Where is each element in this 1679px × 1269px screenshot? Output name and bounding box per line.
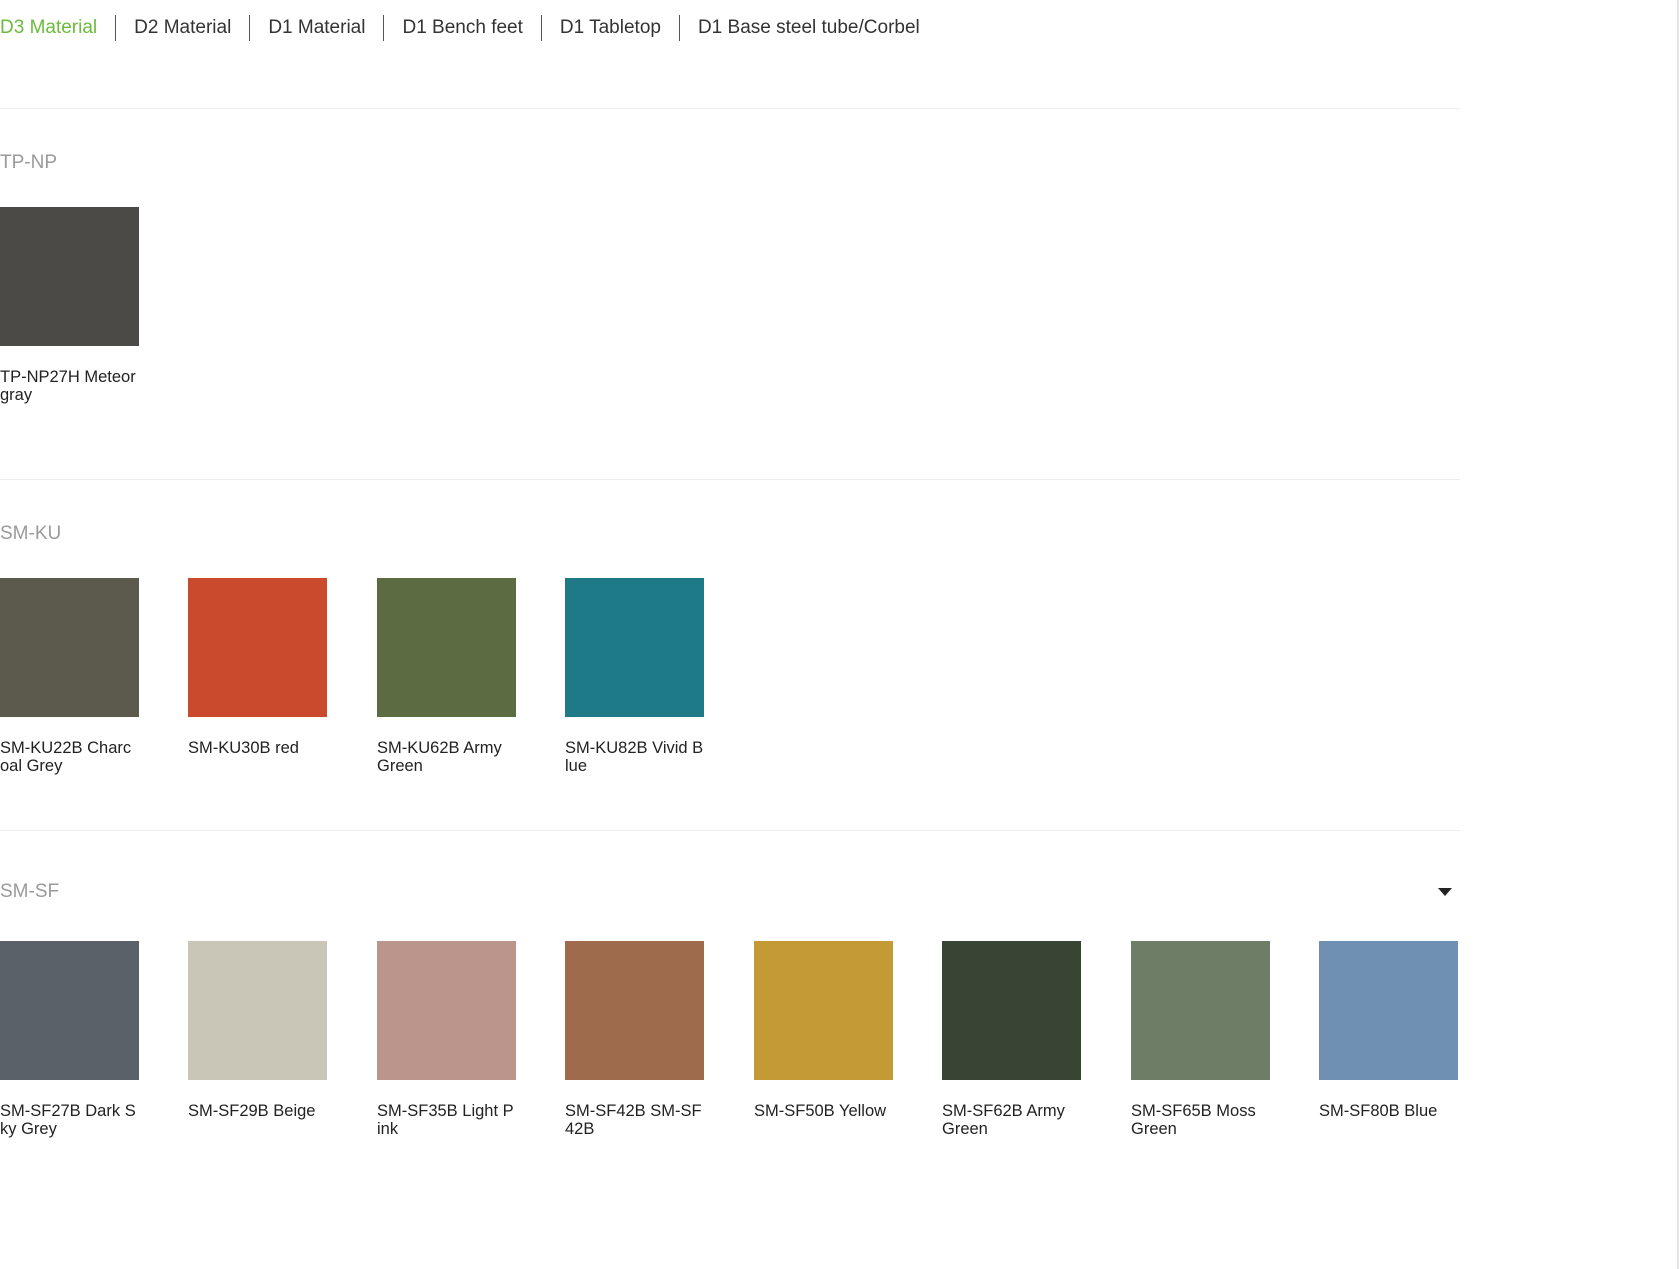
swatch-image — [1131, 941, 1270, 1080]
swatch-label: SM-SF62B Army Green — [942, 1102, 1065, 1138]
chevron-down-icon[interactable] — [1438, 888, 1452, 896]
material-tabs: D3 Material D2 Material D1 Material D1 B… — [0, 14, 920, 42]
swatch-sm-ku82b[interactable]: SM-KU82B Vivid Blue — [565, 578, 704, 775]
swatch-image — [188, 941, 327, 1080]
swatch-image — [0, 578, 139, 717]
tab-d2-material[interactable]: D2 Material — [134, 14, 231, 42]
swatch-image — [754, 941, 893, 1080]
swatch-label: SM-SF27B Dark Sky Grey — [0, 1102, 136, 1138]
swatch-sm-ku30b[interactable]: SM-KU30B red — [188, 578, 327, 757]
tab-separator — [678, 15, 680, 41]
swatch-image — [188, 578, 327, 717]
swatch-label: SM-SF35B Light Pink — [377, 1102, 514, 1138]
swatch-sm-sf50b[interactable]: SM-SF50B Yellow — [754, 941, 893, 1120]
swatch-sm-sf62b[interactable]: SM-SF62B Army Green — [942, 941, 1081, 1138]
swatch-sm-sf42b[interactable]: SM-SF42B SM-SF42B — [565, 941, 704, 1138]
swatch-label: SM-KU82B Vivid Blue — [565, 739, 704, 775]
swatch-tp-np27h[interactable]: TP-NP27H Meteor gray — [0, 207, 139, 404]
tab-separator — [115, 15, 117, 41]
swatch-label: SM-SF50B Yellow — [754, 1102, 887, 1120]
tab-d1-tabletop[interactable]: D1 Tabletop — [560, 14, 661, 42]
swatch-image — [377, 941, 516, 1080]
tab-d3-material[interactable]: D3 Material — [0, 14, 97, 42]
swatch-sm-ku62b[interactable]: SM-KU62B Army Green — [377, 578, 516, 775]
tab-separator — [249, 15, 251, 41]
tab-separator — [540, 15, 542, 41]
swatch-label: SM-SF80B Blue — [1319, 1102, 1438, 1120]
swatch-sm-sf29b[interactable]: SM-SF29B Beige — [188, 941, 327, 1120]
group-title-sm-sf: SM-SF — [0, 881, 60, 902]
section-divider — [0, 830, 1460, 831]
swatch-sm-sf80b[interactable]: SM-SF80B Blue — [1319, 941, 1458, 1120]
tab-d1-base-steel-tube[interactable]: D1 Base steel tube/Corbel — [698, 14, 920, 42]
section-divider — [0, 108, 1460, 109]
group-title-sm-ku: SM-KU — [0, 523, 62, 544]
tab-separator — [383, 15, 385, 41]
tab-d1-material[interactable]: D1 Material — [268, 14, 365, 42]
swatch-image — [565, 941, 704, 1080]
swatch-sm-ku22b[interactable]: SM-KU22B Charcoal Grey — [0, 578, 139, 775]
swatch-label: SM-SF29B Beige — [188, 1102, 316, 1120]
swatch-label: TP-NP27H Meteor gray — [0, 368, 136, 404]
swatch-image — [942, 941, 1081, 1080]
swatch-label: SM-KU62B Army Green — [377, 739, 502, 775]
swatch-image — [1319, 941, 1458, 1080]
swatch-sm-sf27b[interactable]: SM-SF27B Dark Sky Grey — [0, 941, 139, 1138]
swatch-label: SM-SF65B Moss Green — [1131, 1102, 1256, 1138]
swatch-image — [0, 207, 139, 346]
swatch-image — [565, 578, 704, 717]
tab-d1-bench-feet[interactable]: D1 Bench feet — [402, 14, 522, 42]
group-title-tp-np: TP-NP — [0, 152, 57, 173]
swatch-image — [0, 941, 139, 1080]
swatch-label: SM-KU30B red — [188, 739, 299, 757]
swatch-sm-sf65b[interactable]: SM-SF65B Moss Green — [1131, 941, 1270, 1138]
swatch-label: SM-SF42B SM-SF42B — [565, 1102, 702, 1138]
swatch-sm-sf35b[interactable]: SM-SF35B Light Pink — [377, 941, 516, 1138]
swatch-image — [377, 578, 516, 717]
section-divider — [0, 479, 1460, 480]
swatch-label: SM-KU22B Charcoal Grey — [0, 739, 132, 775]
